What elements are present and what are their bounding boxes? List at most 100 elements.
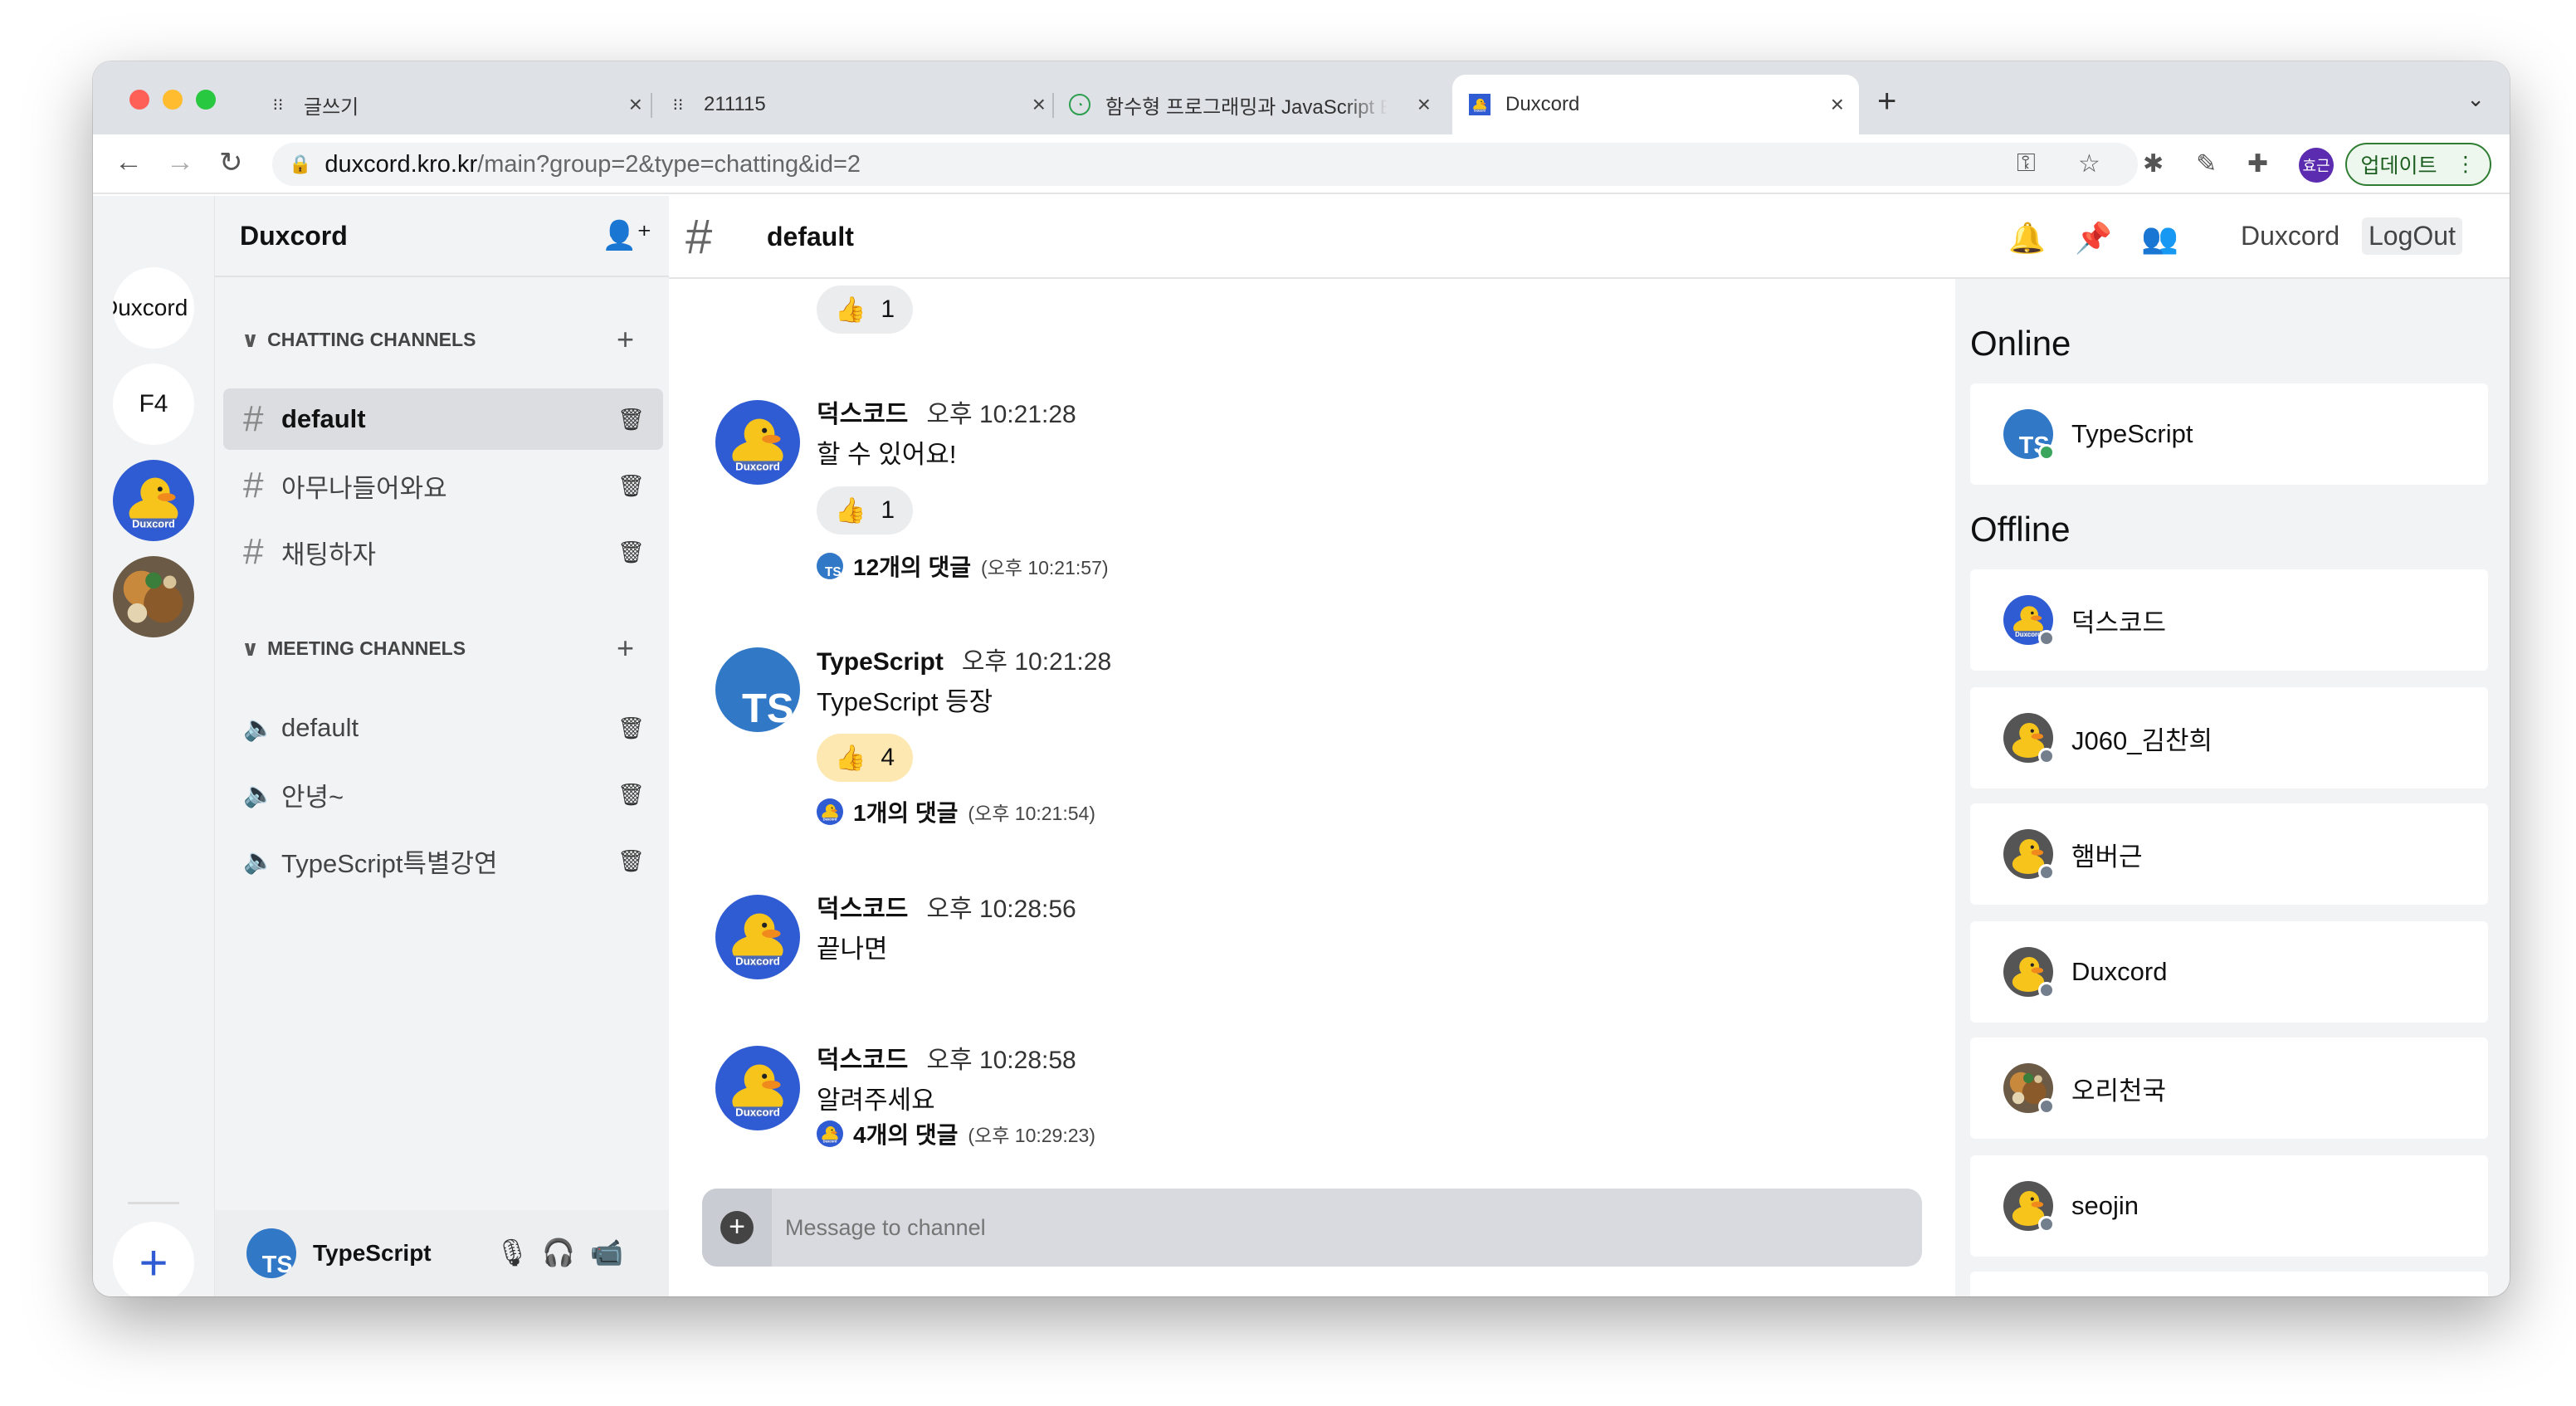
close-icon[interactable]: ×: [1417, 91, 1431, 118]
offline-status-dot: [2038, 1098, 2055, 1115]
update-label: 업데이트: [2360, 154, 2437, 178]
add-server-button[interactable]: +: [113, 1222, 194, 1296]
author-name[interactable]: 덕스코드: [817, 401, 908, 428]
member-card[interactable]: 덕스코드: [1970, 569, 2488, 671]
member-card[interactable]: 햄버근: [1970, 803, 2488, 905]
browser-tab-active[interactable]: Duxcord ×: [1452, 75, 1859, 134]
trash-icon[interactable]: 🗑: [617, 407, 645, 432]
new-tab-button[interactable]: +: [1877, 83, 1896, 120]
thread-link[interactable]: 4개의 댓글 (오후 10:29:23): [817, 1117, 1095, 1150]
back-icon[interactable]: ←: [115, 146, 143, 178]
member-name: 햄버근: [2071, 842, 2143, 871]
meeting-channel-item[interactable]: 🔈 안녕~ 🗑: [223, 764, 663, 825]
server-food-image[interactable]: [113, 556, 194, 637]
add-meeting-channel-button[interactable]: +: [617, 631, 634, 666]
key-icon[interactable]: ⚿: [2017, 149, 2036, 178]
trash-icon[interactable]: 🗑: [617, 848, 645, 874]
server-label: Duxcord: [113, 295, 188, 320]
avatar[interactable]: [715, 1046, 800, 1130]
reaction-count: 4: [881, 744, 895, 771]
address-bar[interactable]: 🔒 duxcord.kro.kr/main?group=2&type=chatt…: [272, 143, 2138, 186]
close-window-button[interactable]: [129, 90, 149, 110]
invite-user-icon[interactable]: 👤⁺: [602, 219, 651, 252]
member-card[interactable]: TypeScript: [1970, 383, 2488, 485]
message-time: 오후 10:28:56: [926, 896, 1076, 923]
author-name[interactable]: 덕스코드: [817, 1047, 908, 1074]
server-duck-logo[interactable]: [113, 460, 194, 541]
add-chatting-channel-button[interactable]: +: [617, 322, 634, 357]
browser-tab[interactable]: ⁝⁝ 글쓰기 ×: [267, 75, 657, 134]
avatar: [2003, 947, 2055, 998]
logout-button[interactable]: LogOut: [2362, 217, 2462, 255]
server-f4[interactable]: F4: [113, 364, 194, 445]
author-name[interactable]: TypeScript: [817, 648, 944, 676]
close-icon[interactable]: ×: [629, 91, 642, 118]
avatar[interactable]: [715, 895, 800, 979]
pin-icon[interactable]: 📌: [2075, 221, 2112, 256]
channel-item[interactable]: # 아무나들어와요 🗑: [223, 455, 663, 516]
reaction-chip[interactable]: 👍 1: [817, 286, 914, 334]
avatar[interactable]: [715, 647, 800, 732]
thread-count: 1개의 댓글: [853, 800, 959, 826]
update-button[interactable]: 업데이트 ⋮: [2345, 143, 2491, 186]
member-card[interactable]: Duxcord: [1970, 921, 2488, 1023]
bookmark-star-icon[interactable]: ☆: [2078, 149, 2100, 178]
channel-item-default[interactable]: # default 🗑: [223, 388, 663, 450]
trash-icon[interactable]: 🗑: [617, 782, 645, 808]
duxcord-link[interactable]: Duxcord: [2234, 217, 2346, 255]
channel-item[interactable]: # 채팅하자 🗑: [223, 521, 663, 583]
offline-header: Offline: [1970, 510, 2071, 549]
close-icon[interactable]: ×: [1032, 91, 1046, 118]
browser-tab[interactable]: ◔ 함수형 프로그래밍과 JavaScript ES ×: [1069, 75, 1446, 134]
puzzle-icon[interactable]: ✚: [2247, 149, 2268, 178]
maximize-window-button[interactable]: [196, 90, 216, 110]
reaction-chip[interactable]: 👍 1: [817, 486, 914, 535]
channel-sidebar: Duxcord 👤⁺ ∨ CHATTING CHANNELS + # defau…: [214, 196, 669, 1296]
speaker-icon: 🔈: [243, 714, 275, 742]
browser-tab[interactable]: ⁝⁝ 211115 ×: [667, 75, 1061, 134]
thread-link[interactable]: 1개의 댓글 (오후 10:21:54): [817, 795, 1095, 828]
members-icon[interactable]: 👥: [2141, 221, 2178, 256]
member-card[interactable]: seojin: [1970, 1155, 2488, 1257]
avatar: [817, 553, 843, 579]
trash-icon[interactable]: 🗑: [617, 473, 645, 499]
offline-status-dot: [2038, 748, 2055, 764]
avatar: [2003, 409, 2055, 461]
chatting-section-header[interactable]: ∨ CHATTING CHANNELS: [242, 327, 476, 353]
minimize-window-button[interactable]: [163, 90, 183, 110]
meeting-section-header[interactable]: ∨ MEETING CHANNELS: [242, 636, 466, 662]
channel-label: 아무나들어와요: [281, 473, 447, 503]
thread-link[interactable]: 12개의 댓글 (오후 10:21:57): [817, 549, 1109, 583]
trash-icon[interactable]: 🗑: [617, 715, 645, 741]
thumbs-up-icon: 👍: [835, 295, 866, 324]
camera-icon[interactable]: 📹: [590, 1237, 623, 1268]
reaction-chip-selected[interactable]: 👍 4: [817, 734, 914, 782]
author-name[interactable]: 덕스코드: [817, 896, 908, 923]
extension-bug-icon[interactable]: ✱: [2143, 149, 2164, 178]
reload-icon[interactable]: ↻: [219, 146, 243, 179]
message-text: 할 수 있어요!: [817, 440, 957, 469]
attach-button[interactable]: +: [702, 1189, 772, 1267]
tab-search-icon[interactable]: ⌄: [2466, 86, 2485, 112]
bell-icon[interactable]: 🔔: [2008, 221, 2046, 256]
profile-avatar[interactable]: 효근: [2299, 148, 2334, 183]
tab-title: 글쓰기: [304, 95, 359, 119]
more-icon: ⋮: [2455, 153, 2476, 176]
channel-label: default: [281, 404, 366, 433]
message-input[interactable]: [785, 1208, 1864, 1247]
headphones-icon[interactable]: 🎧: [542, 1237, 575, 1268]
member-card-partial[interactable]: [1970, 1272, 2488, 1296]
meeting-channel-item[interactable]: 🔈 default 🗑: [223, 697, 663, 759]
forward-icon[interactable]: →: [166, 146, 194, 178]
meeting-channel-item[interactable]: 🔈 TypeScript특별강연 🗑: [223, 830, 663, 891]
member-card[interactable]: J060_김찬희: [1970, 687, 2488, 788]
close-icon[interactable]: ×: [1831, 91, 1844, 118]
channel-header: # default 🔔 📌 👥 Duxcord LogOut: [669, 196, 2510, 279]
avatar[interactable]: [715, 400, 800, 485]
trash-icon[interactable]: 🗑: [617, 539, 645, 565]
server-duxcord[interactable]: Duxcord: [113, 267, 194, 349]
eyedropper-icon[interactable]: ✎: [2196, 149, 2217, 178]
microphone-icon[interactable]: 🎙: [495, 1237, 529, 1268]
member-card[interactable]: 오리천국: [1970, 1037, 2488, 1139]
avatar: [817, 798, 843, 825]
